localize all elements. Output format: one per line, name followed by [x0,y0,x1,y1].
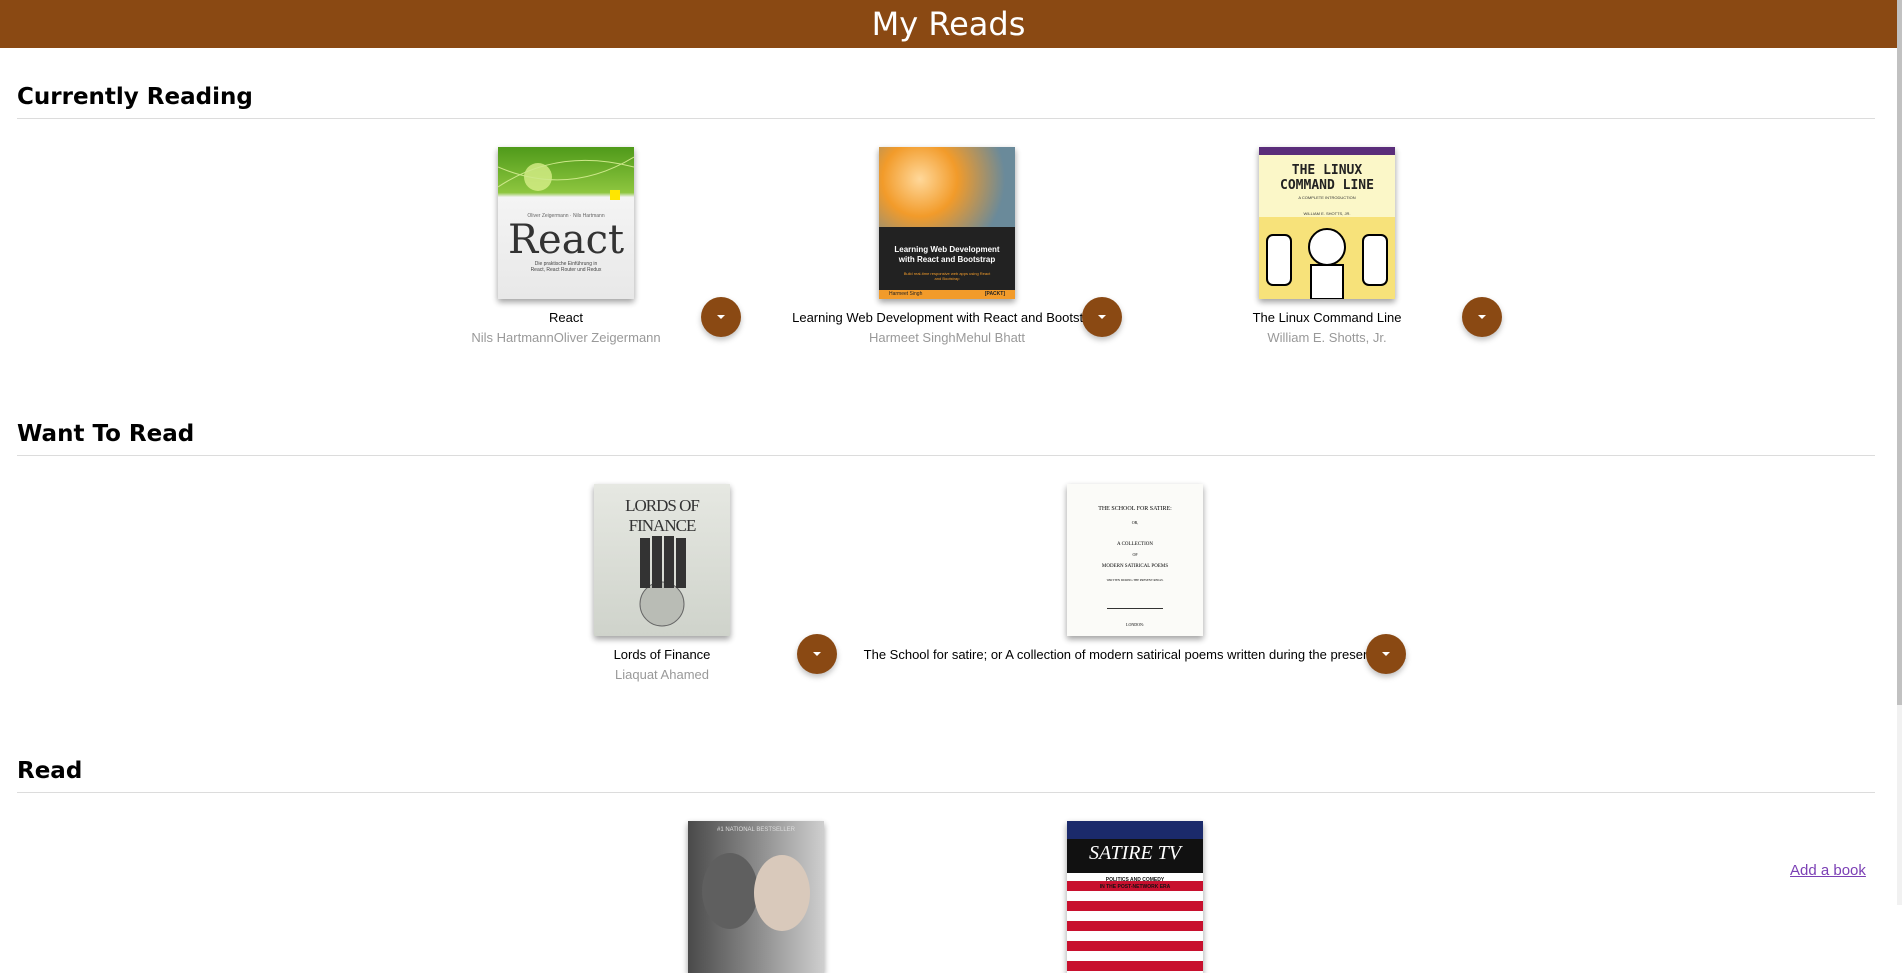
cover-footer-right: [PACKT] [984,291,1005,297]
cover-footer: Harmeet Singh [PACKT] [879,290,1015,299]
cover-line-4: OF [1132,552,1138,557]
cover-footer-left: Harmeet Singh [889,291,923,297]
book-title: The Linux Command Line [1252,310,1402,325]
book-cover[interactable]: Oliver Zeigermann · Nils Hartmann React … [498,147,634,299]
page-scrollbar[interactable] [1897,0,1902,905]
book-cover[interactable]: LORDS OF FINANCE [594,484,730,636]
book-cover[interactable]: Learning Web Development with React and … [879,147,1015,299]
cover-rule [1107,608,1163,609]
app-header: My Reads [0,0,1897,48]
cover-line-7: LONDON: [1126,622,1144,627]
book-shelf-changer[interactable] [1366,634,1406,674]
shelf-title-read: Read [17,758,1875,793]
add-book-link[interactable]: Add a book [1790,862,1866,879]
book-authors: William E. Shotts, Jr. [1267,330,1387,345]
book-cover[interactable]: #1 NATIONAL BESTSELLER [688,821,824,973]
book-title: Lords of Finance [613,647,711,662]
cover-big-text: React [507,217,625,263]
cover-art [639,536,686,627]
cover-art [702,853,810,931]
book-cover[interactable]: THE LINUX COMMAND LINE A COMPLETE INTROD… [1259,147,1395,299]
cover-line-3: A COLLECTION [1117,542,1153,547]
cover-heading: SATIRE TV [1088,842,1182,864]
cover-line-2: OR, [1131,520,1139,525]
cover-line-6: WRITTEN DURING THE PRESENT REIGN. [1106,578,1164,582]
cover-sub-text-2: React, React Router und Redux [530,267,602,273]
shelf-title-want-to-read: Want To Read [17,421,1875,456]
app-title: My Reads [871,5,1026,43]
book-title: The School for satire; or A collection o… [863,647,1407,662]
book-title: Learning Web Development with React and … [792,310,1102,325]
book-shelf-changer[interactable] [1462,297,1502,337]
cover-line-1: THE SCHOOL FOR SATIRE: [1098,506,1172,512]
cover-art [879,147,1015,227]
book-shelf-changer[interactable] [1082,297,1122,337]
cover-heading-1: Learning Web Development [894,245,1000,254]
book-shelf-changer[interactable] [701,297,741,337]
book-authors: Harmeet SinghMehul Bhatt [868,330,1026,345]
cover-art [1259,217,1395,299]
cover-sub-text-1: POLITICS AND COMEDY [1105,877,1165,883]
scrollbar-thumb[interactable] [1897,0,1902,705]
book-authors: Nils HartmannOliver Zeigermann [471,330,661,345]
book-authors: Liaquat Ahamed [615,667,709,682]
cover-sub-text-2: IN THE POST-NETWORK ERA [1099,884,1171,890]
cover-sub-text-2: and Bootstrap [934,276,960,281]
cover-line-5: MODERN SATIRICAL POEMS [1101,564,1169,569]
book-cover[interactable]: THE SCHOOL FOR SATIRE: OR, A COLLECTION … [1067,484,1203,636]
shelf-title-currently-reading: Currently Reading [17,84,1875,119]
cover-band [1067,821,1203,839]
book-title: React [549,310,583,325]
book-cover[interactable]: SATIRE TV POLITICS AND COMEDY IN THE POS… [1067,821,1203,973]
cover-heading-2: with React and Bootstrap [898,255,996,264]
